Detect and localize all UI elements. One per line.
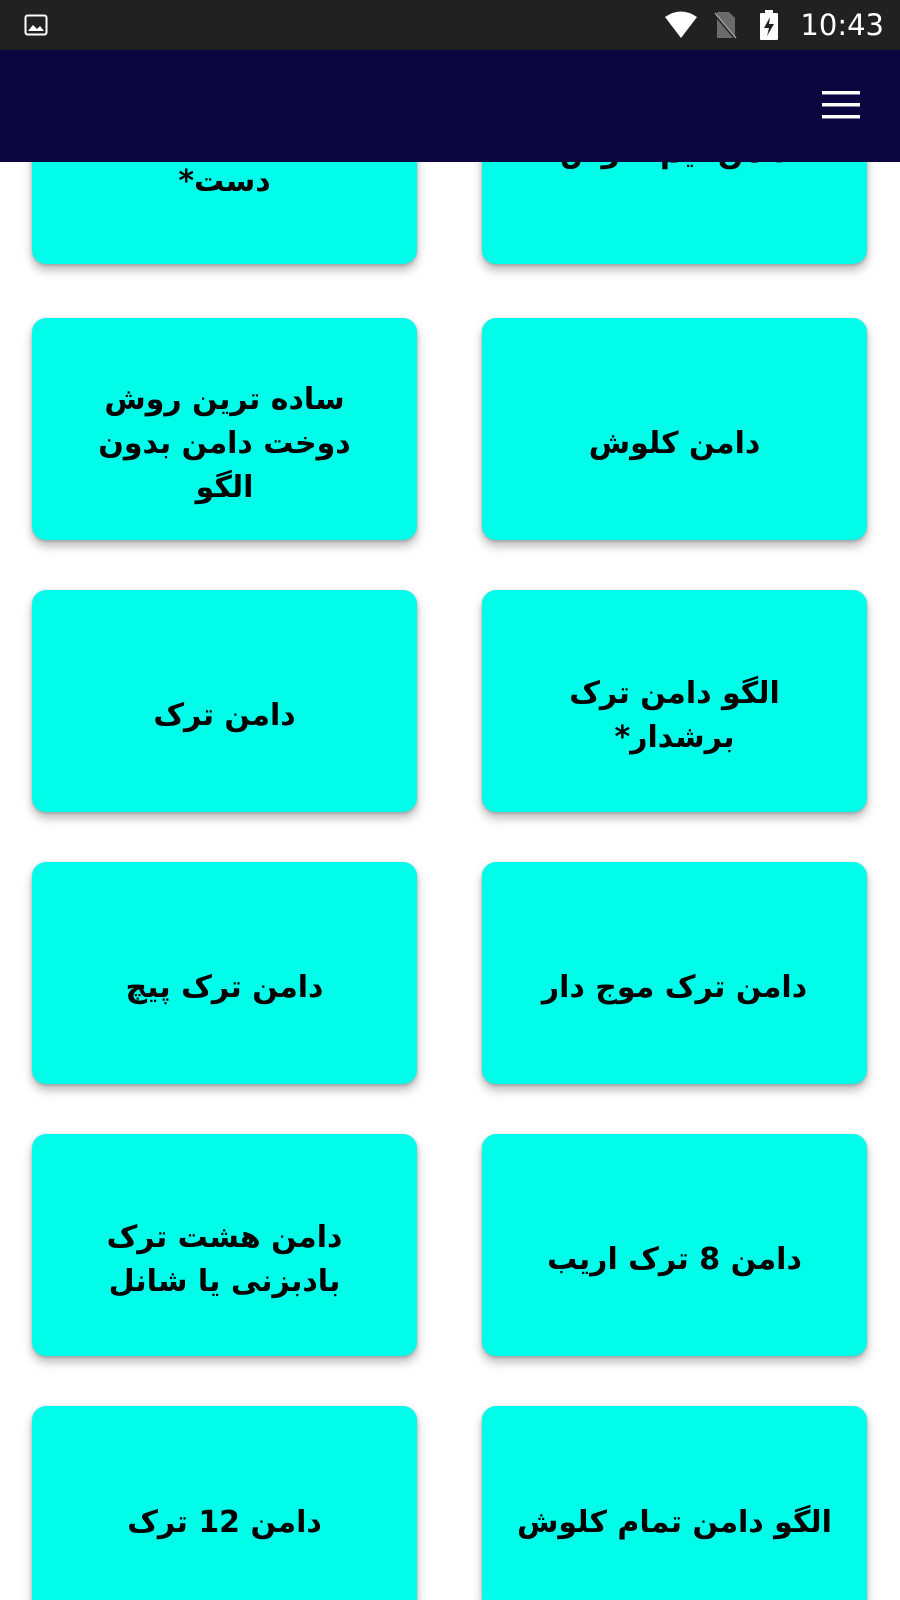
content-scroll-area[interactable]: دست* دامن نیم کلوش ساده ترین روش دوخت دا…	[0, 0, 900, 1600]
card-label: الگو دامن ترک برشدار*	[569, 676, 780, 755]
grid-card-4[interactable]: دامن ترک	[32, 590, 417, 812]
app-bar	[0, 50, 900, 162]
grid-card-11[interactable]: الگو دامن تمام کلوش	[482, 1406, 867, 1600]
image-icon	[24, 13, 48, 37]
grid-card-8[interactable]: دامن هشت ترک بادبزنی یا شانل	[32, 1134, 417, 1356]
grid-card-7[interactable]: دامن ترک موج دار	[482, 862, 867, 1084]
grid-card-5[interactable]: الگو دامن ترک برشدار*	[482, 590, 867, 812]
status-time: 10:43	[800, 8, 884, 42]
wifi-icon	[664, 8, 698, 42]
grid-card-6[interactable]: دامن ترک پیچ	[32, 862, 417, 1084]
card-label: الگو دامن تمام کلوش	[517, 1505, 832, 1540]
card-label: دامن 12 ترک	[127, 1505, 322, 1540]
grid-card-2[interactable]: ساده ترین روش دوخت دامن بدون الگو	[32, 318, 417, 540]
card-label: دامن 8 ترک اریب	[547, 1242, 802, 1277]
card-label: دامن هشت ترک بادبزنی یا شانل	[106, 1220, 343, 1299]
status-icons: 10:43	[664, 0, 884, 50]
grid-card-3[interactable]: دامن کلوش	[482, 318, 867, 540]
grid-card-9[interactable]: دامن 8 ترک اریب	[482, 1134, 867, 1356]
card-label: دامن کلوش	[588, 426, 761, 461]
status-bar: 10:43	[0, 0, 900, 50]
card-label: دست*	[178, 164, 271, 199]
card-label: دامن ترک موج دار	[541, 970, 808, 1005]
no-sim-icon	[708, 8, 742, 42]
grid-card-10[interactable]: دامن 12 ترک	[32, 1406, 417, 1600]
battery-charging-icon	[752, 8, 786, 42]
card-label: ساده ترین روش دوخت دامن بدون الگو	[98, 382, 351, 505]
hamburger-menu-icon[interactable]	[820, 84, 862, 126]
card-label: دامن ترک	[153, 698, 296, 733]
card-label: دامن ترک پیچ	[125, 970, 324, 1005]
